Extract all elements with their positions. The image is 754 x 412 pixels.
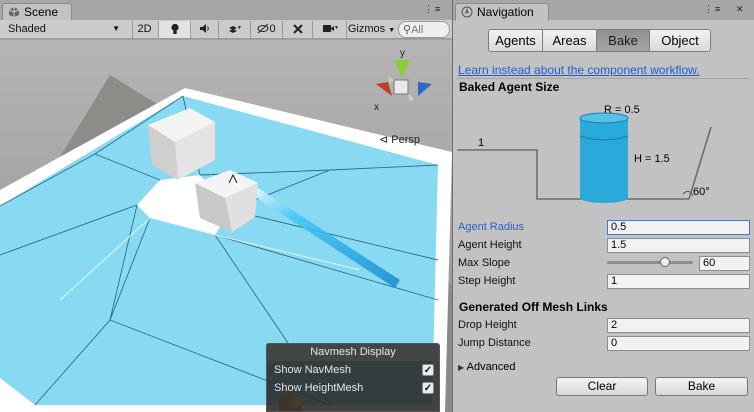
show-navmesh-checkbox[interactable]: ✓ bbox=[422, 364, 434, 376]
tab-scene[interactable]: Scene bbox=[2, 3, 72, 21]
clear-button[interactable]: Clear bbox=[556, 377, 648, 396]
tab-bake[interactable]: Bake bbox=[597, 29, 650, 52]
chevron-down-icon: ▼ bbox=[388, 27, 396, 34]
diagram-height-label: H = 1.5 bbox=[634, 153, 670, 165]
agent-height-field[interactable]: 1.5 bbox=[607, 238, 750, 253]
scene-window-menu-icon[interactable]: ⋮≡ bbox=[424, 4, 442, 15]
lighting-toggle[interactable] bbox=[158, 21, 190, 38]
baked-agent-size-header: Baked Agent Size bbox=[459, 80, 560, 94]
tab-object-label: Object bbox=[661, 33, 699, 48]
camera-dropdown[interactable]: ▼ bbox=[312, 21, 346, 38]
agent-cylinder-body bbox=[580, 118, 628, 198]
bake-button[interactable]: Bake bbox=[655, 377, 748, 396]
step-height-label: Step Height bbox=[458, 275, 516, 287]
separator bbox=[456, 78, 750, 79]
gizmo-z-cone bbox=[418, 82, 432, 96]
search-placeholder: All bbox=[411, 24, 424, 36]
advanced-foldout[interactable]: ▶ Advanced bbox=[458, 361, 516, 373]
gizmo-y-cone bbox=[394, 60, 410, 78]
gizmo-y-label: y bbox=[400, 48, 405, 59]
effects-dropdown[interactable]: ▼ bbox=[218, 21, 250, 38]
tab-agents-label: Agents bbox=[495, 33, 536, 48]
scene-icon bbox=[8, 7, 20, 17]
gizmo-center-cube bbox=[393, 79, 409, 95]
navigation-panel: Navigation ⋮≡ ✕ Agents Areas Bake Object… bbox=[453, 0, 754, 412]
max-slope-label: Max Slope bbox=[458, 257, 510, 269]
navigation-body: Agents Areas Bake Object Learn instead a… bbox=[453, 21, 754, 412]
chevron-down-icon: ▼ bbox=[112, 24, 120, 33]
eye-slash-icon bbox=[257, 23, 269, 34]
svg-text:▼: ▼ bbox=[334, 25, 338, 31]
tools-icon bbox=[292, 24, 303, 34]
navmesh-display-title: Navmesh Display bbox=[267, 344, 439, 361]
hidden-objects-toggle[interactable]: 0 bbox=[250, 21, 282, 38]
navmesh-display-overlay: Navmesh Display Show NavMesh ✓ Show Heig… bbox=[266, 343, 440, 412]
tab-areas[interactable]: Areas bbox=[543, 29, 597, 52]
show-navmesh-row[interactable]: Show NavMesh ✓ bbox=[267, 361, 439, 379]
off-mesh-links-header: Generated Off Mesh Links bbox=[459, 300, 608, 314]
perspective-icon: ⊲ bbox=[379, 134, 389, 146]
close-icon[interactable]: ✕ bbox=[736, 4, 746, 15]
drop-height-label: Drop Height bbox=[458, 319, 517, 331]
jump-distance-field[interactable]: 0 bbox=[607, 336, 750, 351]
show-heightmesh-row[interactable]: Show HeightMesh ✓ bbox=[267, 379, 439, 397]
svg-text:▼: ▼ bbox=[237, 25, 242, 31]
projection-value: Persp bbox=[391, 134, 421, 146]
tab-bake-label: Bake bbox=[608, 33, 638, 48]
search-input[interactable]: ⚲All bbox=[398, 21, 450, 38]
tab-object[interactable]: Object bbox=[650, 29, 711, 52]
effects-layers-icon: ▼ bbox=[228, 25, 242, 33]
tab-agents[interactable]: Agents bbox=[488, 29, 543, 52]
advanced-label: Advanced bbox=[466, 361, 516, 373]
jump-distance-label: Jump Distance bbox=[458, 337, 531, 349]
shading-mode-value: Shaded bbox=[8, 23, 46, 35]
lightbulb-icon bbox=[170, 23, 179, 34]
gizmos-label: Gizmos bbox=[347, 23, 386, 35]
2d-toggle[interactable]: 2D bbox=[132, 21, 156, 38]
scene-tabbar: Scene ⋮≡ bbox=[0, 0, 452, 21]
gizmos-dropdown[interactable]: Gizmos ▼ bbox=[346, 21, 396, 38]
gizmo-x-cone bbox=[376, 82, 392, 96]
audio-toggle[interactable] bbox=[190, 21, 218, 38]
shading-mode-dropdown[interactable]: Shaded ▼ bbox=[4, 21, 124, 38]
tab-scene-label: Scene bbox=[24, 5, 59, 19]
camera-icon: ▼ bbox=[322, 25, 338, 32]
navigation-tabbar: Navigation ⋮≡ ✕ bbox=[453, 0, 754, 21]
navigation-compass-icon bbox=[461, 6, 473, 18]
drop-height-field[interactable]: 2 bbox=[607, 318, 750, 333]
component-workflow-link[interactable]: Learn instead about the component workfl… bbox=[458, 63, 700, 77]
step-height-field[interactable]: 1 bbox=[607, 274, 750, 289]
tab-navigation[interactable]: Navigation bbox=[455, 3, 549, 21]
agent-radius-label: Agent Radius bbox=[458, 221, 525, 233]
2d-toggle-label: 2D bbox=[137, 23, 152, 35]
max-slope-field[interactable]: 60 bbox=[699, 256, 750, 271]
diagram-radius-label: R = 0.5 bbox=[604, 104, 640, 116]
tools-toggle[interactable] bbox=[282, 21, 312, 38]
diagram-slope-label: 60° bbox=[693, 186, 710, 198]
search-icon: ⚲ bbox=[403, 24, 412, 36]
navigation-window-menu-icon[interactable]: ⋮≡ bbox=[704, 4, 722, 15]
show-navmesh-label: Show NavMesh bbox=[274, 364, 352, 376]
speaker-icon bbox=[199, 24, 209, 33]
show-heightmesh-label: Show HeightMesh bbox=[274, 382, 364, 394]
agent-radius-field[interactable]: 0.5 bbox=[607, 220, 750, 235]
max-slope-slider[interactable] bbox=[607, 261, 693, 264]
hidden-objects-count: 0 bbox=[269, 23, 276, 35]
tab-navigation-label: Navigation bbox=[477, 5, 534, 19]
show-heightmesh-checkbox[interactable]: ✓ bbox=[422, 382, 434, 394]
scene-toolbar: Shaded ▼ 2D ▼ 0 ▼ Gizmos ▼ ⚲All bbox=[0, 20, 452, 39]
diagram-step-label: 1 bbox=[478, 137, 485, 149]
tab-areas-label: Areas bbox=[552, 33, 587, 48]
gizmo-x-label: x bbox=[374, 102, 379, 113]
scene-panel: Scene ⋮≡ Shaded ▼ 2D ▼ 0 ▼ Gizmos ▼ ⚲All… bbox=[0, 0, 452, 412]
chevron-right-icon: ▶ bbox=[458, 363, 465, 372]
max-slope-slider-thumb[interactable] bbox=[659, 257, 670, 267]
scene-orientation-gizmo[interactable]: y x bbox=[372, 44, 438, 124]
projection-label[interactable]: ⊲ Persp bbox=[379, 133, 420, 146]
agent-height-label: Agent Height bbox=[458, 239, 522, 251]
